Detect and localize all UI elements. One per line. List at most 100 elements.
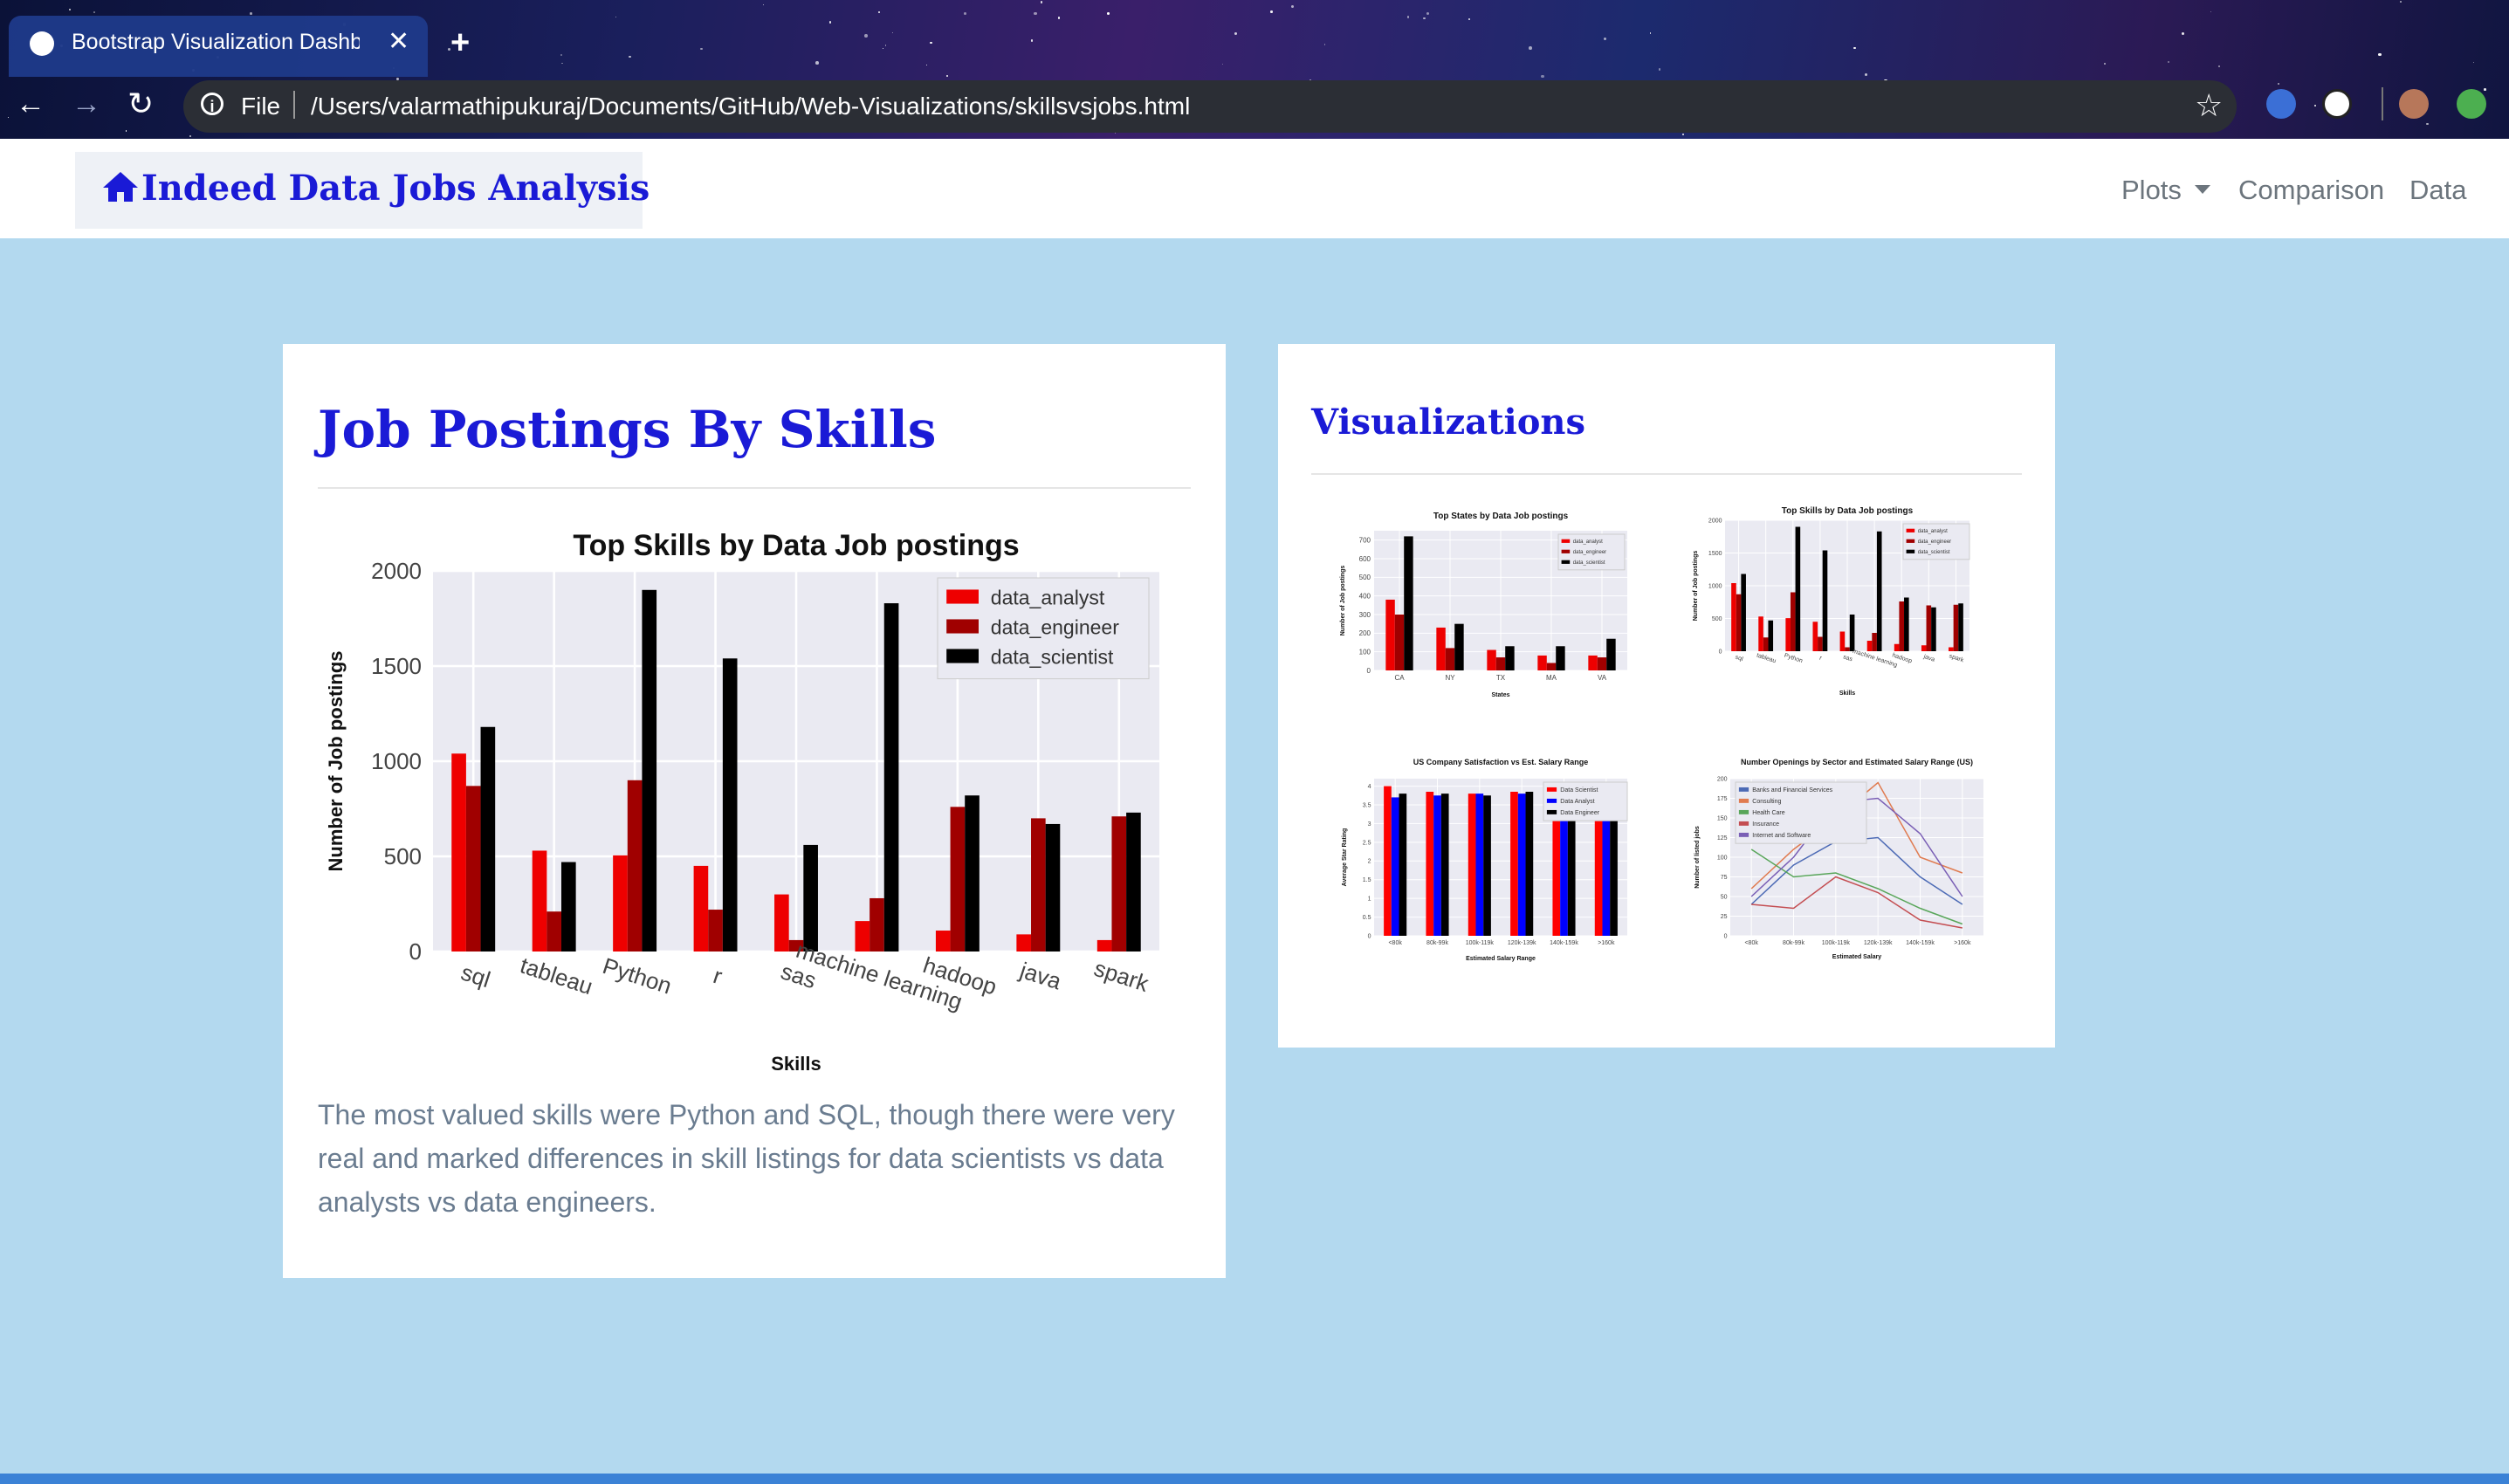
bar [1921,645,1927,651]
bar [1839,631,1846,651]
legend-label: data_scientist [991,646,1114,669]
x-tick-label: sql [458,958,494,993]
x-tick-label: >160k [1954,940,1971,946]
legend-label: Data Analyst [1560,799,1594,805]
star-dot [189,134,192,137]
star-dot [762,3,765,6]
nav-plots-dropdown[interactable]: Plots [2121,175,2182,206]
y-tick-label: 400 [1359,592,1371,600]
legend-label: Data Scientist [1560,787,1598,794]
y-tick-label: 4 [1368,784,1371,790]
bar [1525,792,1534,936]
y-tick-label: 2.5 [1363,840,1371,846]
x-tick-label: Python [1784,653,1804,664]
thumbnail-sector-chart[interactable]: 0 25 50 75 100 125 150 175 200 <80k 80k-99k 100k-11… [1687,752,2010,962]
chart-title: Number Openings by Sector and Estimated … [1741,758,1973,766]
file-scheme-label: File [241,93,281,120]
star-dot [884,45,887,46]
x-axis-label: Estimated Salary Range [1466,956,1536,962]
thumbnail-skills-chart[interactable]: 0500100015002000sql tableau Python r sasmach… [1687,503,1992,704]
divider [318,487,1191,489]
footer-bar [0,1474,2509,1484]
avatar[interactable] [2399,89,2429,119]
new-tab-icon[interactable]: + [450,24,470,62]
bar [1510,792,1518,936]
home-icon [103,172,138,202]
y-tick-label: 100 [1359,648,1371,656]
star-dot [964,11,967,15]
y-tick-label: 1000 [371,748,422,774]
bar [1454,623,1464,670]
chart-title: Top States by Data Job postings [1433,512,1569,521]
star-dot [1853,46,1856,50]
star-dot [1422,17,1426,20]
bar [1606,638,1616,670]
chart-title: Top Skills by Data Job postings [1782,506,1914,516]
bar [1433,795,1441,936]
bar [1436,627,1446,670]
star-dot [125,130,127,132]
bar [1546,663,1557,670]
reload-icon[interactable]: ↻ [127,86,154,122]
legend-swatch [946,619,979,634]
url-text[interactable]: /Users/valarmathipukuraj/Documents/GitHu… [311,93,1190,120]
nav-data[interactable]: Data [2409,175,2466,206]
bar [1894,643,1900,651]
chevron-down-icon[interactable] [2195,185,2210,194]
y-tick-label: 300 [1359,611,1371,619]
y-tick-label: 25 [1721,914,1728,920]
nav-comparison[interactable]: Comparison [2238,175,2384,206]
y-tick-label: 1000 [1708,583,1722,589]
x-axis-label: States [1491,692,1509,698]
star-dot [2484,87,2486,91]
star-dot [1106,12,1110,15]
info-icon[interactable]: i [201,93,223,115]
extension-icon[interactable] [2322,89,2352,119]
star-dot [69,8,72,10]
legend-swatch [1738,787,1749,792]
bar [1904,597,1909,651]
star-dot [2378,52,2382,57]
legend-swatch [1906,549,1915,553]
visualizations-title: Visualizations [1311,402,1586,443]
bar [546,911,561,952]
y-tick-label: 500 [384,843,422,869]
legend-swatch [1546,798,1557,803]
star-dot [1114,132,1117,134]
y-tick-label: 125 [1717,835,1728,842]
x-tick-label: 120k-139k [1508,940,1536,946]
bar [1475,794,1484,936]
legend-label: data_analyst [1573,539,1603,545]
x-tick-label: tableau [1756,652,1777,664]
extension-icon[interactable] [2266,89,2296,119]
update-icon[interactable] [2457,89,2486,119]
star-dot [828,21,832,24]
bar [1597,657,1607,670]
star-dot [2472,61,2475,64]
bar [1445,648,1455,670]
bar [1812,622,1818,651]
thumbnail-satisfaction-chart[interactable]: 0 0.5 1 1.5 2 2.5 3 3.5 4 <80k 80k-99k 100k-119k 120… [1336,752,1641,962]
bar [1731,583,1736,651]
star-dot [892,31,894,33]
y-tick-label: 0 [1368,933,1371,939]
star-dot [560,54,562,57]
bar [480,726,496,952]
bar [1763,637,1769,651]
close-tab-icon[interactable]: ✕ [388,26,409,57]
brand-title[interactable]: Indeed Data Jobs Analysis [141,168,650,209]
back-arrow-icon[interactable]: ← [16,87,45,121]
star-dot [1682,133,1685,136]
bookmark-star-icon[interactable]: ☆ [2195,87,2223,124]
bar [1795,526,1801,651]
bar [1537,655,1547,670]
bar [1872,633,1877,651]
x-tick-label: 140k-159k [1906,940,1935,946]
forward-arrow-icon[interactable]: → [72,87,101,121]
x-tick-label: sql [1735,655,1744,663]
bar [613,855,628,952]
bar [1822,550,1828,651]
y-tick-label: 1500 [371,653,422,679]
thumbnail-states-chart[interactable]: 0 100 200 300 400 500 600 700 CA NY TX MA VA Top Stat… [1336,503,1641,704]
legend-swatch [1738,821,1749,826]
